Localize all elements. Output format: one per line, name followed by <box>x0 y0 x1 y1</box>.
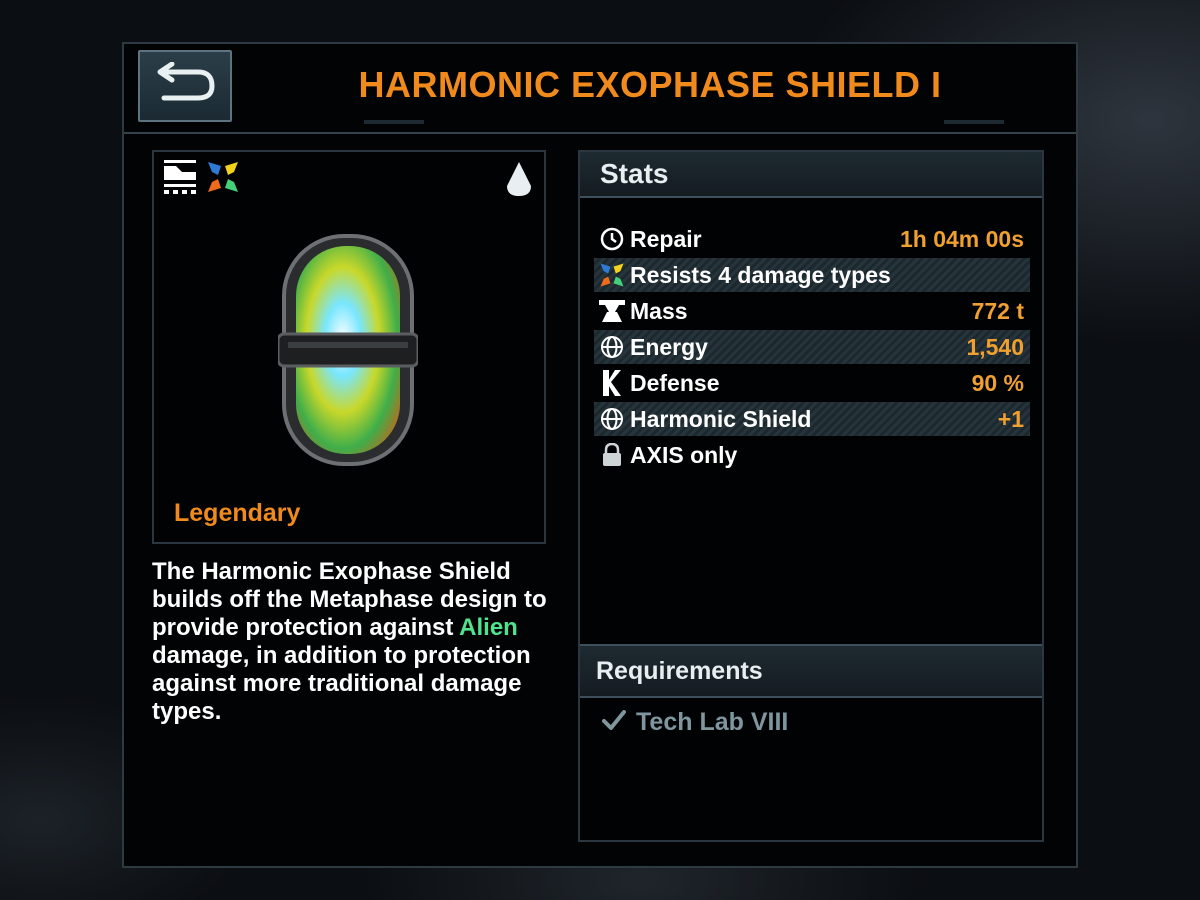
module-type-icon <box>164 160 196 199</box>
title-decoration <box>364 120 424 124</box>
tier-drop-icon <box>506 162 532 201</box>
stat-row-defense: Defense 90 % <box>594 366 1030 400</box>
stats-panel: Stats Repair 1h 04m 00s Resists 4 damage… <box>578 150 1044 842</box>
lock-icon <box>598 441 626 469</box>
title-decoration <box>944 120 1004 124</box>
stat-row-mass: Mass 772 t <box>594 294 1030 328</box>
stat-row-axis-only: AXIS only <box>594 438 1030 472</box>
back-arrow-icon <box>150 61 220 111</box>
item-image-box: Legendary <box>152 150 546 544</box>
stat-row-energy: Energy 1,540 <box>594 330 1030 364</box>
title-bar: HARMONIC EXOPHASE SHIELD I <box>124 44 1076 134</box>
stat-row-resists: Resists 4 damage types <box>594 258 1030 292</box>
requirement-item: Tech Lab VIII <box>602 708 788 737</box>
defense-icon <box>598 369 626 397</box>
globe-icon <box>598 333 626 361</box>
alien-highlight: Alien <box>459 614 518 641</box>
checkmark-icon <box>602 708 626 737</box>
globe-icon <box>598 405 626 433</box>
resist-types-icon <box>598 261 626 289</box>
item-description: The Harmonic Exophase Shield builds off … <box>152 558 547 725</box>
anvil-icon <box>598 297 626 325</box>
stat-row-repair: Repair 1h 04m 00s <box>594 222 1030 256</box>
shield-module-image <box>276 232 420 477</box>
page-title: HARMONIC EXOPHASE SHIELD I <box>358 64 942 105</box>
requirements-header: Requirements <box>580 644 1042 698</box>
rarity-label: Legendary <box>174 499 301 527</box>
stats-header: Stats <box>580 152 1042 198</box>
item-detail-panel: HARMONIC EXOPHASE SHIELD I Legendary The… <box>122 42 1078 868</box>
resist-types-icon <box>206 160 240 199</box>
back-button[interactable] <box>138 50 232 122</box>
clock-icon <box>598 225 626 253</box>
stat-row-harmonic-shield: Harmonic Shield +1 <box>594 402 1030 436</box>
